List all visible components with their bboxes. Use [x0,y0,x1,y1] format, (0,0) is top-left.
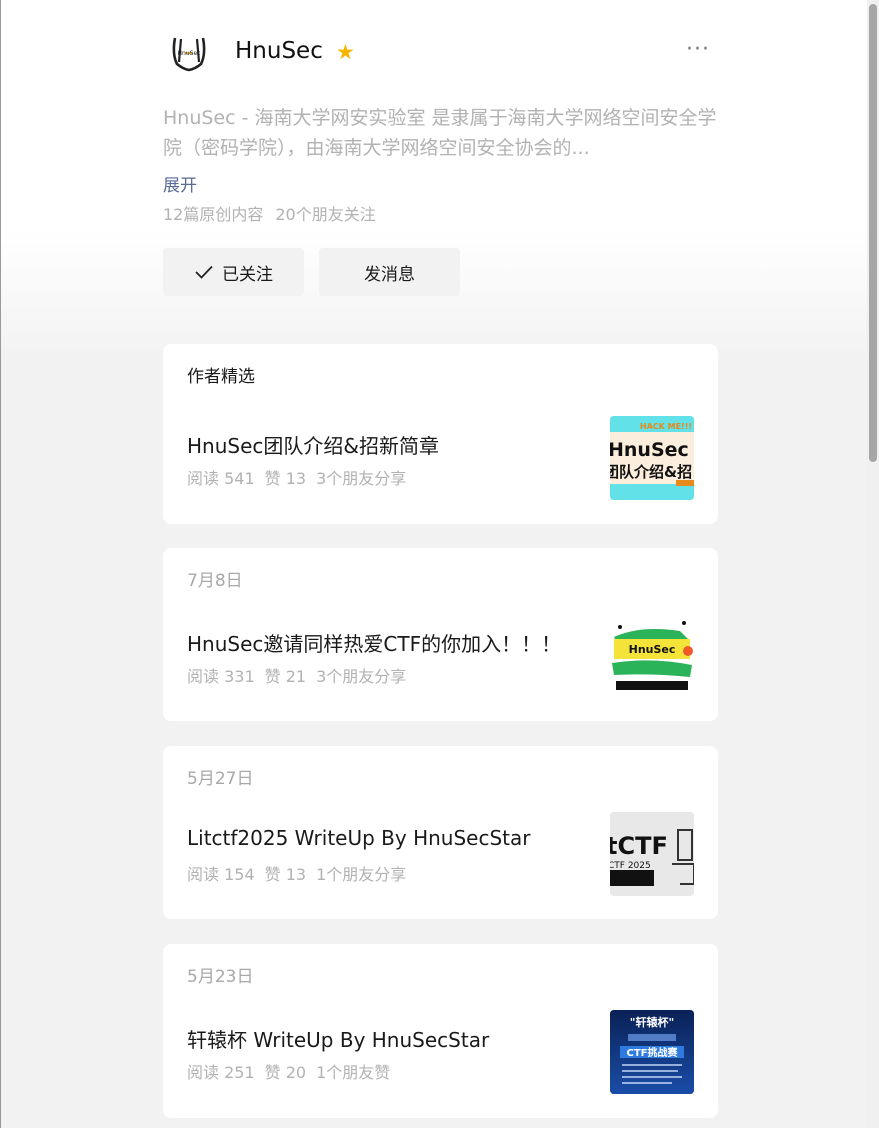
thumb-tag: HACK ME!!! [640,422,692,431]
social-info: 3个朋友分享 [316,667,407,686]
article-title[interactable]: 轩辕杯 WriteUp By HnuSecStar [187,1024,489,1053]
message-button[interactable]: 发消息 [319,248,460,296]
article-meta: 阅读 154 赞 13 1个朋友分享 [187,861,406,885]
article-card[interactable]: 5月27日 Litctf2025 WriteUp By HnuSecStar 阅… [163,746,718,919]
original-count[interactable]: 12篇原创内容 [163,205,263,224]
article-title[interactable]: HnuSec邀请同样热爱CTF的你加入！！！ [187,628,561,657]
article-meta: 阅读 251 赞 20 1个朋友赞 [187,1059,390,1083]
like-count: 赞 21 [264,667,307,686]
article-meta: 阅读 541 赞 13 3个朋友分享 [187,465,406,489]
article-thumbnail[interactable]: HACK ME!!! HnuSec 团队介绍&招 [610,416,694,500]
article-card[interactable]: 5月23日 轩辕杯 WriteUp By HnuSecStar 阅读 251 赞 … [163,944,718,1118]
account-description: HnuSec - 海南大学网安实验室 是隶属于海南大学网络空间安全学院（密码学院… [163,107,717,159]
logo-text: HnuSec [178,50,201,57]
article-title[interactable]: HnuSec团队介绍&招新简章 [187,430,439,459]
more-icon[interactable]: ··· [686,37,710,62]
read-count: 阅读 154 [187,865,255,884]
thumb-subtitle: CTF挑战赛 [627,1046,679,1059]
featured-card[interactable]: 作者精选 HnuSec团队介绍&招新简章 阅读 541 赞 13 3个朋友分享 HA… [163,344,718,524]
read-count: 阅读 251 [187,1063,255,1082]
account-header: HnuSec HnuSec ★ ··· [163,28,718,78]
article-card[interactable]: 7月8日 HnuSec邀请同样热爱CTF的你加入！！！ 阅读 331 赞 21 3个… [163,548,718,721]
check-icon [195,265,213,279]
like-count: 赞 13 [264,469,307,488]
read-count: 阅读 541 [187,469,255,488]
article-title[interactable]: Litctf2025 WriteUp By HnuSecStar [187,826,531,850]
article-date: 5月27日 [187,769,254,789]
scrollbar[interactable] [867,0,879,1128]
account-logo[interactable]: HnuSec [163,28,215,78]
featured-label: 作者精选 [187,367,255,387]
article-meta: 阅读 331 赞 21 3个朋友分享 [187,663,406,687]
thumb-title: "轩辕杯" [630,1015,674,1029]
social-info: 1个朋友赞 [316,1063,391,1082]
follow-button[interactable]: 已关注 [163,248,304,296]
thumb-subtitle: CTF 2025 [610,861,651,871]
expand-link[interactable]: 展开 [163,171,197,196]
article-date: 7月8日 [187,571,243,591]
social-info: 3个朋友分享 [316,469,407,488]
thumb-subtitle: 团队介绍&招 [610,463,692,481]
account-name[interactable]: HnuSec [235,38,323,64]
thumb-title: tCTF [610,832,668,860]
article-date: 5月23日 [187,967,254,987]
scrollbar-thumb[interactable] [869,4,877,462]
follow-label: 已关注 [222,264,273,285]
article-thumbnail[interactable]: "轩辕杯" CTF挑战赛 [610,1010,694,1094]
social-info: 1个朋友分享 [316,865,407,884]
account-stats: 12篇原创内容 20个朋友关注 [163,201,376,225]
article-thumbnail[interactable]: HnuSec [610,615,694,699]
article-thumbnail[interactable]: tCTF CTF 2025 [610,812,694,896]
read-count: 阅读 331 [187,667,255,686]
message-label: 发消息 [364,264,415,285]
like-count: 赞 20 [264,1063,307,1082]
like-count: 赞 13 [264,865,307,884]
star-icon[interactable]: ★ [336,40,355,64]
thumb-title: HnuSec [610,439,689,461]
thumb-title: HnuSec [629,643,676,656]
friends-following[interactable]: 20个朋友关注 [275,205,375,224]
window-edge [0,0,1,1128]
